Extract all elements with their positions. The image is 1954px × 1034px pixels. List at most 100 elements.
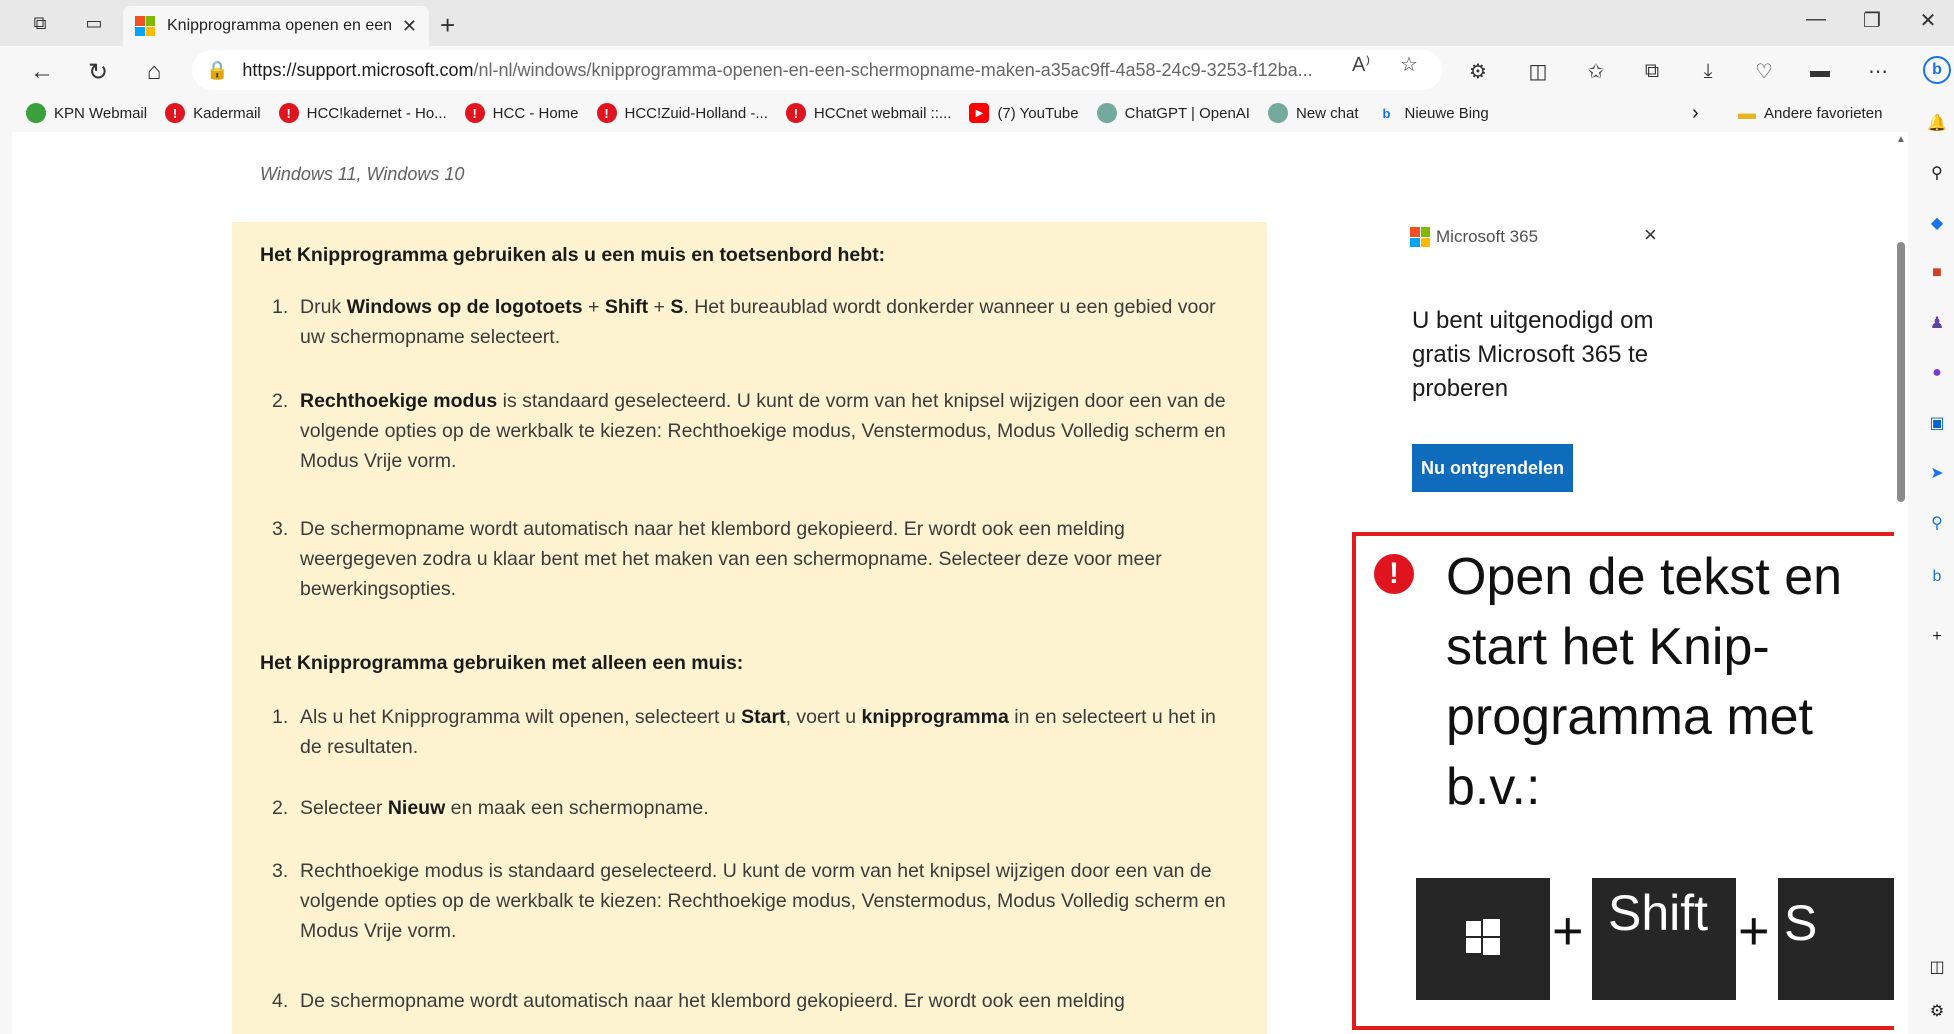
favorite-label: KPN Webmail	[54, 104, 148, 122]
favorite-item[interactable]: ChatGPT | OpenAI	[1096, 103, 1250, 123]
other-favorites-folder[interactable]: ▬ Andere favorieten	[1738, 103, 1882, 124]
callout-box: ! Open de tekst en start het Knip-progra…	[1352, 532, 1906, 1030]
instruction-box: Het Knipprogramma gebruiken als u een mu…	[232, 222, 1267, 1034]
alert-icon: !	[596, 103, 617, 123]
microsoft-logo-icon	[135, 16, 155, 36]
favorite-label: HCC!Zuid-Holland -...	[624, 104, 768, 122]
add-icon[interactable]: +	[1926, 626, 1948, 648]
profile-icon[interactable]: ▬	[1804, 55, 1836, 87]
step-number: 3.	[272, 518, 289, 540]
step-text: , voert u	[785, 706, 862, 728]
step-text: Als u het Knipprogramma wilt openen, sel…	[300, 706, 742, 728]
favorite-item[interactable]: New chat	[1267, 103, 1359, 123]
favorite-label: HCCnet webmail ::...	[813, 104, 952, 122]
minimize-button[interactable]: —	[1796, 8, 1836, 31]
step-number: 2.	[272, 390, 289, 412]
step-text: en maak een schermopname.	[445, 797, 709, 819]
url-host: https://support.microsoft.com	[242, 59, 474, 80]
bing-chat-icon[interactable]: b	[1923, 56, 1951, 84]
windows-key	[1416, 878, 1550, 1000]
favorite-item[interactable]: b Nieuwe Bing	[1377, 103, 1489, 123]
settings-icon[interactable]: ⚙	[1926, 1000, 1948, 1022]
new-tab-button[interactable]: +	[440, 10, 455, 41]
alert-icon: !	[278, 103, 299, 123]
title-bar: ⧉ ▭ Knipprogramma openen en een schermop…	[0, 0, 1954, 46]
unlock-button[interactable]: Nu ontgrendelen	[1412, 444, 1573, 492]
step-bold: Rechthoekige modus	[300, 390, 498, 412]
home-button[interactable]: ⌂	[138, 56, 170, 88]
step-bold: Start	[741, 706, 786, 728]
youtube-icon: ▶	[969, 103, 990, 123]
favorite-item[interactable]: KPN Webmail	[26, 103, 147, 123]
split-screen-icon[interactable]: ◫	[1522, 55, 1554, 87]
restore-button[interactable]: ❐	[1852, 8, 1892, 33]
ad-close-icon[interactable]: ×	[1644, 222, 1657, 248]
step-number: 1.	[272, 706, 289, 728]
favorite-item[interactable]: ! HCC!kadernet - Ho...	[278, 103, 447, 123]
step-text: Rechthoekige modus is standaard geselect…	[300, 860, 1226, 942]
lock-icon[interactable]: 🔒	[206, 60, 228, 81]
step-bold: Shift	[604, 296, 649, 318]
page-content: Windows 11, Windows 10 Het Knipprogramma…	[12, 132, 1906, 1034]
favorite-item[interactable]: ! HCCnet webmail ::...	[785, 103, 952, 123]
favorite-label: (7) YouTube	[997, 104, 1079, 122]
favorite-item[interactable]: ! HCC - Home	[464, 103, 579, 123]
windows-logo-icon	[1466, 919, 1500, 955]
workspaces-icon[interactable]: ⧉	[28, 11, 52, 35]
step-text: +	[582, 296, 605, 318]
favorite-item[interactable]: ! Kadermail	[165, 103, 261, 123]
tab-actions-icon[interactable]: ▭	[82, 11, 106, 35]
refresh-button[interactable]: ↻	[82, 56, 114, 88]
section1-heading: Het Knipprogramma gebruiken als u een mu…	[260, 244, 886, 266]
tools-icon[interactable]: ■	[1926, 262, 1948, 284]
list-item: 4. De schermopname wordt automatisch naa…	[272, 986, 1230, 1016]
address-bar[interactable]: 🔒 https://support.microsoft.com/nl-nl/wi…	[192, 50, 1442, 90]
favorite-star-icon[interactable]: ☆	[1400, 52, 1418, 77]
outlook-icon[interactable]: ▣	[1926, 412, 1948, 434]
tab-title: Knipprogramma openen en een schermopname…	[167, 17, 394, 34]
shopping-icon[interactable]: ◆	[1926, 212, 1948, 234]
step-number: 4.	[272, 990, 289, 1012]
scrollbar[interactable]: ▲	[1894, 132, 1908, 1034]
more-menu-icon[interactable]: ⋯	[1862, 55, 1894, 87]
tab-active[interactable]: Knipprogramma openen en een schermopname…	[123, 6, 429, 46]
extensions-icon[interactable]: ⚙	[1462, 55, 1494, 87]
favorites-icon[interactable]: ✩	[1580, 55, 1612, 87]
step-number: 2.	[272, 797, 289, 819]
favorites-list: KPN Webmail! Kadermail! HCC!kadernet - Ho.…	[0, 103, 1507, 123]
openai-icon	[1267, 103, 1288, 123]
favorite-item[interactable]: ! HCC!Zuid-Holland -...	[596, 103, 768, 123]
ad-brand: Microsoft 365	[1410, 227, 1538, 247]
search-icon[interactable]: ⚲	[1926, 162, 1948, 184]
callout-text: Open de tekst en start het Knip-programm…	[1446, 548, 1843, 816]
favorite-item[interactable]: ▶ (7) YouTube	[969, 103, 1079, 123]
scroll-up-icon[interactable]: ▲	[1896, 134, 1906, 145]
step-bold: S	[670, 296, 684, 318]
games-icon[interactable]: ♟	[1926, 312, 1948, 334]
close-tab-icon[interactable]: ✕	[402, 16, 417, 37]
sidebar-layout-icon[interactable]: ◫	[1926, 956, 1948, 978]
favorite-label: Kadermail	[193, 104, 261, 122]
list-item: 3. Rechthoekige modus is standaard gesel…	[272, 856, 1230, 946]
scrollbar-thumb[interactable]	[1897, 242, 1905, 502]
favorite-label: ChatGPT | OpenAI	[1124, 104, 1250, 122]
close-window-button[interactable]: ✕	[1908, 8, 1948, 33]
step-bold: Windows op de logotoets	[346, 296, 583, 318]
favorite-label: HCC - Home	[492, 104, 579, 122]
section2-heading: Het Knipprogramma gebruiken met alleen e…	[260, 652, 744, 674]
s-key: S	[1778, 878, 1906, 1000]
collections-icon[interactable]: ⧉	[1636, 55, 1668, 87]
back-button[interactable]: ←	[26, 56, 58, 88]
read-aloud-icon[interactable]: A⁾	[1352, 52, 1370, 77]
step-bold: Nieuw	[387, 797, 446, 819]
drop-icon[interactable]: ➤	[1926, 462, 1948, 484]
bing-icon[interactable]: b	[1926, 566, 1948, 588]
browser-essentials-icon[interactable]: ♡	[1748, 55, 1780, 87]
downloads-icon[interactable]: ⤓	[1692, 55, 1724, 87]
chevron-right-icon[interactable]: ›	[1692, 102, 1699, 125]
folder-icon: ▬	[1738, 102, 1756, 123]
step-text: De schermopname wordt automatisch naar h…	[300, 990, 1125, 1012]
sidebar-search-icon[interactable]: ⚲	[1926, 512, 1948, 534]
microsoft365-icon[interactable]: ●	[1926, 362, 1948, 384]
notifications-icon[interactable]: 🔔	[1926, 112, 1948, 134]
